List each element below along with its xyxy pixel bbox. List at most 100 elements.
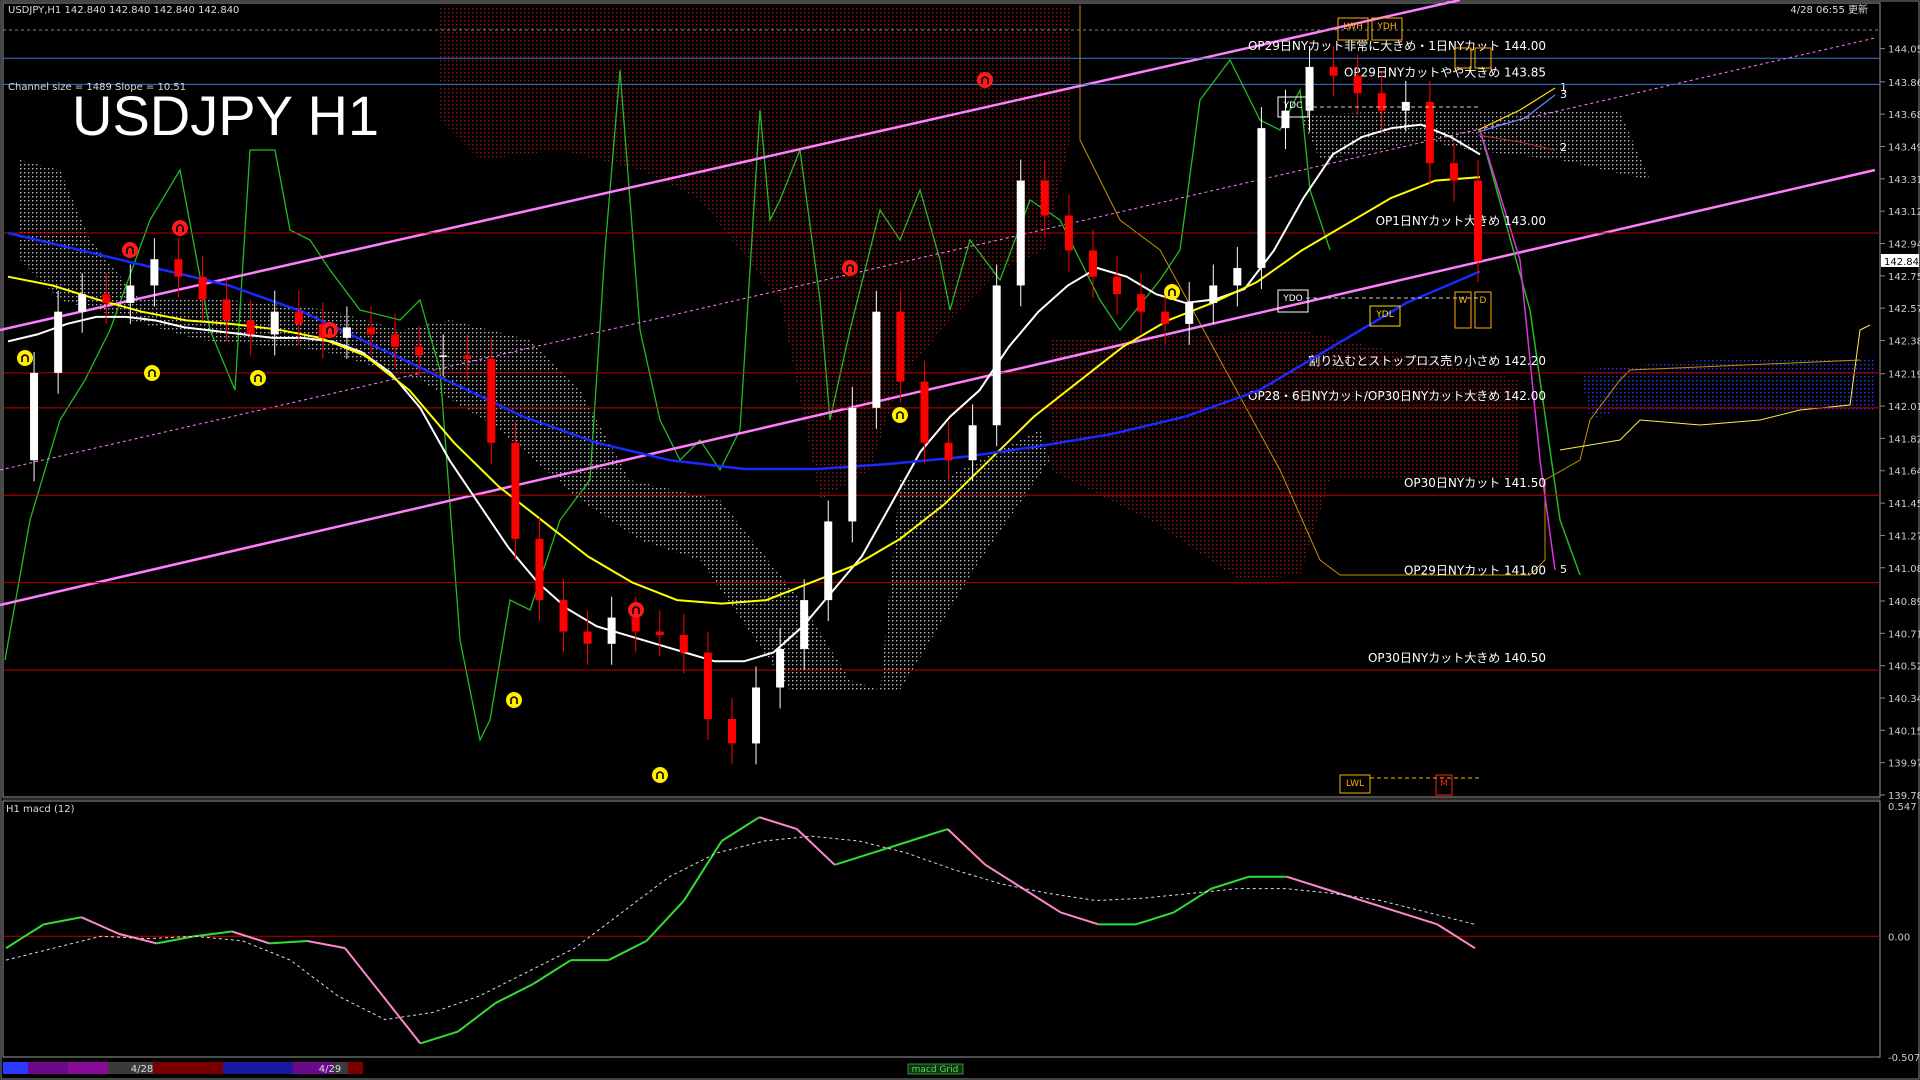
fractal-up-marker-3 — [506, 692, 522, 708]
candle-body-49 — [1185, 302, 1194, 324]
candle-body-58 — [1401, 101, 1410, 111]
price-tick-label-22: 139.970 — [1888, 759, 1920, 770]
candle-body-27 — [655, 631, 664, 636]
chart-canvas: 1235 OP29日NYカット非常に大きめ・1日NYカット 144.00OP29… — [0, 0, 1920, 1080]
box-label-ydh: YDH — [1376, 22, 1396, 32]
level-label-6: OP29日NYカット 141.00 — [1404, 564, 1546, 578]
candle-body-37 — [896, 311, 905, 382]
candle-body-4 — [102, 294, 111, 303]
macd-tick-label-0: 0.547 — [1888, 802, 1917, 813]
candle-body-42 — [1016, 180, 1025, 286]
macd-tick-label-2: -0.507 — [1888, 1053, 1920, 1064]
level-label-4: OP28・6日NYカット/OP30日NYカット大きめ 142.00 — [1248, 389, 1546, 403]
projection-label-3: 3 — [1560, 88, 1567, 101]
candle-body-55 — [1329, 66, 1338, 76]
box-label-ydc: YDC — [1283, 101, 1303, 111]
candle-body-50 — [1209, 285, 1218, 303]
candle-body-53 — [1281, 110, 1290, 129]
box-label-lwh: LWH — [1343, 22, 1363, 32]
price-tick-label-1: 143.865 — [1888, 78, 1920, 89]
fractal-down-marker-7 — [172, 220, 188, 236]
candle-body-48 — [1161, 311, 1170, 324]
price-tick-label-0: 144.055 — [1888, 45, 1920, 56]
fractal-up-marker-6 — [1164, 284, 1180, 300]
price-tick-label-8: 142.570 — [1888, 304, 1920, 315]
candle-body-28 — [679, 635, 688, 653]
candle-body-40 — [968, 425, 977, 461]
level-label-5: OP30日NYカット 141.50 — [1404, 476, 1546, 490]
candle-body-3 — [78, 294, 87, 312]
current-price-label: 142.840 — [1884, 257, 1920, 268]
candle-body-19 — [463, 355, 472, 359]
candle-body-23 — [559, 600, 568, 632]
candle-body-8 — [198, 276, 207, 300]
candle-body-32 — [776, 649, 785, 688]
candle-body-17 — [415, 346, 424, 356]
price-tick-label-19: 140.525 — [1888, 662, 1920, 673]
price-tick-label-17: 140.895 — [1888, 597, 1920, 608]
candle-body-54 — [1305, 66, 1314, 111]
fractal-up-marker-0 — [17, 350, 33, 366]
price-tick-label-5: 143.125 — [1888, 207, 1920, 218]
fractal-down-marker-9 — [322, 322, 338, 338]
price-tick-label-7: 142.755 — [1888, 272, 1920, 283]
candle-body-33 — [800, 600, 809, 650]
fractal-up-marker-1 — [144, 365, 160, 381]
date-label-2: 4/29 — [319, 1064, 341, 1075]
box-label-d: D — [1480, 296, 1487, 306]
candle-body-46 — [1113, 276, 1122, 295]
price-tick-label-4: 143.310 — [1888, 175, 1920, 186]
candle-body-5 — [126, 285, 135, 303]
price-tick-label-10: 142.195 — [1888, 370, 1920, 381]
candle-body-44 — [1064, 215, 1073, 251]
candle-body-31 — [752, 687, 761, 744]
candle-body-57 — [1377, 93, 1386, 111]
box-label-lwl: LWL — [1346, 779, 1364, 789]
candle-body-18 — [439, 355, 448, 357]
candle-body-12 — [294, 311, 303, 324]
candle-body-56 — [1353, 75, 1362, 94]
price-tick-label-9: 142.385 — [1888, 337, 1920, 348]
price-tick-label-21: 140.155 — [1888, 726, 1920, 737]
candle-body-6 — [150, 259, 159, 286]
fractal-up-marker-2 — [250, 370, 266, 386]
candle-body-29 — [703, 652, 712, 719]
macd-grid-tag: macd Grid — [912, 1065, 959, 1075]
fractal-down-marker-10 — [628, 602, 644, 618]
macd-panel-title: H1 macd (12) — [6, 804, 75, 815]
chart-title: USDJPY H1 — [72, 84, 379, 147]
macd-tick-label-1: 0.00 — [1888, 932, 1910, 943]
projection-label-5: 5 — [1560, 563, 1567, 576]
candle-body-24 — [583, 631, 592, 644]
price-tick-label-3: 143.495 — [1888, 142, 1920, 153]
level-label-0: OP29日NYカット非常に大きめ・1日NYカット 144.00 — [1248, 39, 1546, 53]
candle-body-11 — [270, 311, 279, 335]
symbol-header: USDJPY,H1 142.840 142.840 142.840 142.84… — [8, 5, 239, 16]
fractal-up-marker-5 — [892, 407, 908, 423]
candle-body-59 — [1425, 101, 1434, 164]
fractal-down-marker-11 — [842, 260, 858, 276]
fractal-down-marker-12 — [977, 72, 993, 88]
candle-body-25 — [607, 617, 616, 644]
price-tick-label-20: 140.340 — [1888, 694, 1920, 705]
price-tick-label-16: 141.085 — [1888, 564, 1920, 575]
fractal-up-marker-4 — [652, 767, 668, 783]
candle-body-39 — [944, 442, 953, 461]
price-tick-label-6: 142.940 — [1888, 240, 1920, 251]
candle-body-47 — [1137, 294, 1146, 312]
price-tick-label-14: 141.455 — [1888, 499, 1920, 510]
candle-body-51 — [1233, 267, 1242, 286]
box-label-m: M — [1440, 779, 1448, 789]
candle-body-15 — [366, 327, 375, 335]
candle-body-43 — [1040, 180, 1049, 216]
candle-body-22 — [535, 538, 544, 601]
candle-body-7 — [174, 259, 183, 277]
price-tick-label-11: 142.010 — [1888, 402, 1920, 413]
update-timestamp: 4/28 06:55 更新 — [1790, 3, 1868, 16]
candle-body-34 — [824, 521, 833, 601]
candle-body-52 — [1257, 128, 1266, 268]
candle-body-61 — [1474, 180, 1482, 261]
level-label-3: 割り込むとストップロス売り小さめ 142.20 — [1308, 353, 1546, 368]
box-label-ydl: YDL — [1375, 310, 1393, 320]
candle-body-9 — [222, 299, 231, 321]
